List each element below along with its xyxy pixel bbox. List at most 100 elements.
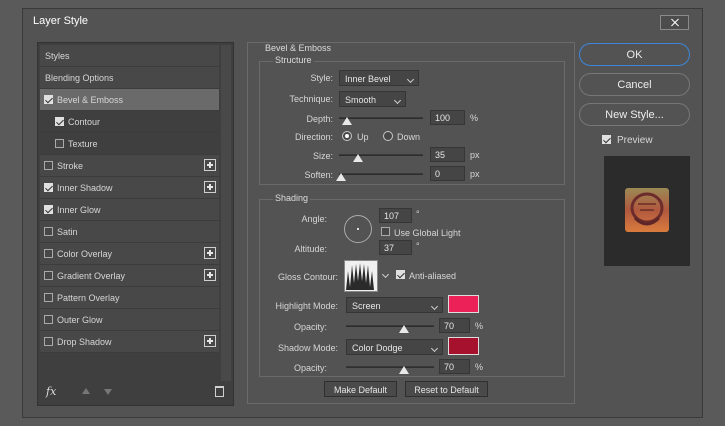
structure-title: Structure — [273, 55, 314, 65]
style-label: Pattern Overlay — [57, 293, 120, 303]
shadow-opacity-field[interactable]: 70 — [439, 359, 470, 374]
gloss-contour-dropdown-icon[interactable] — [381, 270, 390, 279]
technique-label: Technique: — [289, 94, 333, 104]
style-row-color-overlay[interactable]: Color Overlay — [40, 243, 219, 265]
cancel-button[interactable]: Cancel — [579, 73, 690, 96]
highlight-color-swatch[interactable] — [448, 295, 479, 313]
style-row-texture[interactable]: Texture — [40, 133, 219, 155]
depth-unit: % — [470, 113, 479, 123]
depth-slider-thumb[interactable] — [342, 117, 352, 125]
blending-options-row[interactable]: Blending Options — [40, 67, 219, 89]
style-label: Bevel & Emboss — [57, 95, 124, 105]
outer-glow-checkbox[interactable] — [44, 315, 53, 324]
angle-dial-icon[interactable] — [344, 215, 372, 243]
highlight-mode-dropdown[interactable]: Screen — [346, 297, 443, 313]
reset-to-default-button[interactable]: Reset to Default — [405, 381, 488, 397]
bevel-emboss-checkbox[interactable] — [44, 95, 53, 104]
style-row-gradient-overlay[interactable]: Gradient Overlay — [40, 265, 219, 287]
title-bar: Layer Style — [23, 9, 702, 33]
style-row-contour[interactable]: Contour — [40, 111, 219, 133]
stroke-checkbox[interactable] — [44, 161, 53, 170]
technique-value: Smooth — [345, 95, 377, 105]
close-button[interactable] — [660, 15, 689, 30]
style-row-satin[interactable]: Satin — [40, 221, 219, 243]
fx-icon[interactable]: fx — [46, 385, 56, 398]
style-dropdown[interactable]: Inner Bevel — [339, 70, 419, 86]
inner-glow-checkbox[interactable] — [44, 205, 53, 214]
angle-label: Angle: — [301, 214, 327, 224]
use-global-light-checkbox[interactable] — [381, 227, 390, 236]
drop-shadow-checkbox[interactable] — [44, 337, 53, 346]
shadow-opacity-unit: % — [475, 362, 484, 372]
angle-field[interactable]: 107 — [379, 208, 412, 223]
add-stroke-icon[interactable] — [204, 159, 216, 171]
direction-up-radio[interactable] — [342, 131, 352, 141]
size-field[interactable]: 35 — [430, 147, 465, 162]
style-label: Stroke — [57, 161, 84, 171]
style-row-inner-shadow[interactable]: Inner Shadow — [40, 177, 219, 199]
make-default-button[interactable]: Make Default — [324, 381, 397, 397]
style-row-stroke[interactable]: Stroke — [40, 155, 219, 177]
technique-dropdown[interactable]: Smooth — [339, 91, 406, 107]
new-style-button[interactable]: New Style... — [579, 103, 690, 126]
highlight-opacity-field[interactable]: 70 — [439, 318, 470, 333]
add-color-overlay-icon[interactable] — [204, 247, 216, 259]
style-row-inner-glow[interactable]: Inner Glow — [40, 199, 219, 221]
ok-button[interactable]: OK — [579, 43, 690, 66]
styles-footer: fx — [38, 381, 233, 405]
styles-header-row[interactable]: Styles — [40, 45, 219, 67]
style-label: Gradient Overlay — [57, 271, 126, 281]
add-gradient-overlay-icon[interactable] — [204, 269, 216, 281]
anti-aliased-checkbox[interactable] — [396, 270, 405, 279]
style-row-pattern-overlay[interactable]: Pattern Overlay — [40, 287, 219, 309]
shadow-mode-dropdown[interactable]: Color Dodge — [346, 339, 443, 355]
depth-field[interactable]: 100 — [430, 110, 465, 125]
add-inner-shadow-icon[interactable] — [204, 181, 216, 193]
inner-shadow-checkbox[interactable] — [44, 183, 53, 192]
style-label: Style: — [310, 73, 333, 83]
styles-scrollbar[interactable] — [221, 45, 231, 381]
color-overlay-checkbox[interactable] — [44, 249, 53, 258]
move-down-icon[interactable] — [104, 389, 112, 395]
gloss-contour-label: Gloss Contour: — [277, 272, 338, 282]
shadow-mode-label: Shadow Mode: — [277, 343, 338, 353]
altitude-field[interactable]: 37 — [379, 240, 412, 255]
texture-checkbox[interactable] — [55, 139, 64, 148]
soften-slider-thumb[interactable] — [336, 173, 346, 181]
size-slider[interactable] — [339, 154, 423, 156]
pattern-overlay-checkbox[interactable] — [44, 293, 53, 302]
shadow-opacity-slider[interactable] — [346, 366, 434, 368]
satin-checkbox[interactable] — [44, 227, 53, 236]
move-up-icon[interactable] — [82, 388, 90, 394]
size-unit: px — [470, 150, 480, 160]
shadow-opacity-thumb[interactable] — [399, 366, 409, 374]
shadow-color-swatch[interactable] — [448, 337, 479, 355]
altitude-unit: ° — [416, 241, 420, 251]
gloss-contour-curve-icon — [346, 263, 374, 290]
style-row-bevel-emboss[interactable]: Bevel & Emboss — [40, 89, 219, 111]
size-slider-thumb[interactable] — [353, 154, 363, 162]
style-row-outer-glow[interactable]: Outer Glow — [40, 309, 219, 331]
style-label: Texture — [68, 139, 98, 149]
preview-label: Preview — [617, 135, 653, 146]
soften-label: Soften: — [304, 170, 333, 180]
preview-checkbox[interactable] — [602, 135, 611, 144]
highlight-opacity-label: Opacity: — [293, 322, 327, 332]
contour-checkbox[interactable] — [55, 117, 64, 126]
add-drop-shadow-icon[interactable] — [204, 335, 216, 347]
highlight-opacity-slider[interactable] — [346, 325, 434, 327]
highlight-opacity-thumb[interactable] — [399, 325, 409, 333]
trash-icon[interactable] — [215, 386, 224, 397]
soften-field[interactable]: 0 — [430, 166, 465, 181]
soften-slider[interactable] — [339, 173, 423, 175]
highlight-mode-value: Screen — [352, 301, 381, 311]
depth-label: Depth: — [306, 114, 333, 124]
style-row-drop-shadow[interactable]: Drop Shadow — [40, 331, 219, 353]
shadow-opacity-label: Opacity: — [293, 363, 327, 373]
direction-down-radio[interactable] — [383, 131, 393, 141]
shading-group: Shading Angle: 107 ° Use Global Light Al… — [259, 193, 565, 377]
gloss-contour-picker[interactable] — [344, 260, 378, 292]
style-value: Inner Bevel — [345, 74, 391, 84]
gradient-overlay-checkbox[interactable] — [44, 271, 53, 280]
angle-unit: ° — [416, 209, 420, 219]
